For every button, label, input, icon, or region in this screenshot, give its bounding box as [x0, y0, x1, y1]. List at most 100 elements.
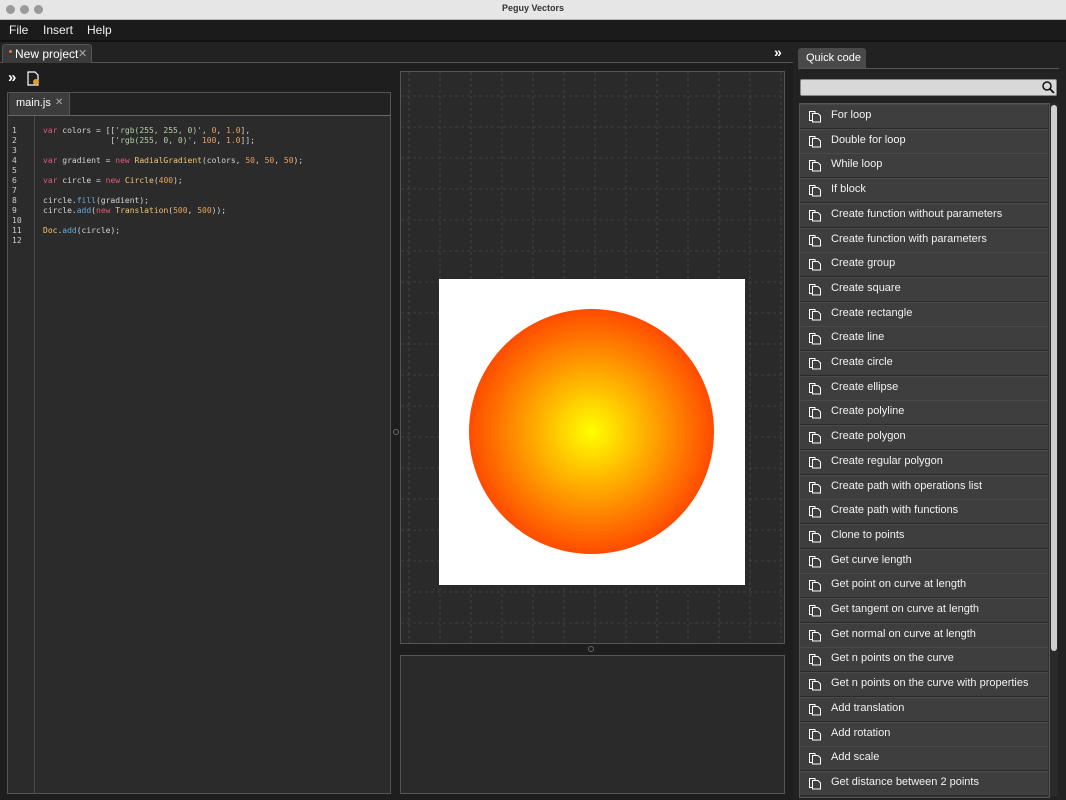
list-item[interactable]: Double for loop	[800, 128, 1048, 154]
list-item[interactable]: Create function without parameters	[800, 202, 1048, 228]
list-item[interactable]: If block	[800, 178, 1048, 204]
copy-code-icon	[809, 654, 821, 666]
list-item-label: Create group	[831, 257, 896, 270]
list-item-label: If block	[831, 183, 866, 196]
list-item-label: Create square	[831, 281, 901, 294]
list-item[interactable]: Clone to points	[800, 523, 1048, 549]
line-number: 9	[12, 206, 17, 215]
editor-tab-main-js[interactable]: main.js ✕	[9, 93, 70, 115]
copy-code-icon	[809, 777, 821, 790]
copy-code-icon	[809, 358, 821, 370]
tab-quick-code[interactable]: Quick code	[798, 48, 866, 68]
copy-code-icon	[809, 382, 821, 395]
collapse-panel-icon[interactable]: »	[774, 44, 782, 60]
copy-code-icon	[809, 135, 821, 148]
list-item[interactable]: Get n points on the curve with propertie…	[800, 672, 1048, 698]
list-item[interactable]: Create ellipse	[800, 375, 1048, 401]
gradient-circle[interactable]	[469, 309, 714, 554]
list-item-label: Create path with functions	[831, 504, 959, 517]
code-line: var gradient = new RadialGradient(colors…	[43, 156, 304, 165]
list-item[interactable]: Add translation	[800, 696, 1048, 722]
list-item-label: Add scale	[831, 751, 880, 764]
menu-file[interactable]: File	[9, 23, 28, 37]
line-number: 6	[12, 176, 17, 185]
list-item[interactable]: Create line	[800, 326, 1048, 352]
quick-code-list: For loop Double for loop While loop If bloc…	[799, 103, 1050, 798]
menu-bar: File Insert Help	[0, 20, 1066, 42]
project-tab[interactable]: New project ✕	[2, 44, 92, 63]
list-item[interactable]: Create path with functions	[800, 499, 1048, 525]
list-item[interactable]: Create polyline	[800, 400, 1048, 426]
copy-code-icon	[809, 753, 821, 765]
project-tab-label: New project	[15, 47, 79, 61]
drawing-canvas[interactable]	[400, 71, 785, 644]
copy-code-icon	[809, 481, 821, 493]
list-item[interactable]: Create function with parameters	[800, 227, 1048, 253]
document-page	[439, 279, 745, 585]
list-item-label: Get n points on the curve with propertie…	[831, 677, 1029, 690]
close-icon[interactable]: ✕	[55, 97, 63, 108]
copy-code-icon	[809, 283, 821, 296]
line-number: 1	[12, 126, 17, 135]
menu-help[interactable]: Help	[87, 23, 112, 37]
list-item-label: Create polyline	[831, 405, 905, 418]
search-input[interactable]	[800, 79, 1057, 96]
scrollbar[interactable]	[1050, 103, 1058, 796]
copy-code-icon	[809, 605, 821, 617]
new-file-icon[interactable]	[27, 71, 40, 86]
list-item[interactable]: Create path with operations list	[800, 474, 1048, 500]
code-editor[interactable]: main.js ✕ 1 2 3 4 5 6 7 8 9 10 11 12 var…	[7, 92, 391, 794]
list-item[interactable]: For loop	[800, 104, 1048, 129]
unsaved-indicator	[9, 50, 12, 53]
list-item[interactable]: Get tangent on curve at length	[800, 598, 1048, 623]
list-item[interactable]: Get point on curve at length	[800, 573, 1048, 599]
list-item-label: Get curve length	[831, 553, 912, 566]
list-item-label: Clone to points	[831, 528, 905, 541]
list-item[interactable]: Add rotation	[800, 721, 1048, 747]
line-number: 10	[12, 216, 22, 225]
list-item-label: Create circle	[831, 356, 893, 368]
list-item[interactable]: Create circle	[800, 351, 1048, 376]
menu-insert[interactable]: Insert	[43, 23, 73, 37]
list-item[interactable]: Get n points on the curve	[800, 647, 1048, 673]
line-number-gutter: 1 2 3 4 5 6 7 8 9 10 11 12	[8, 116, 35, 793]
copy-code-icon	[809, 679, 821, 691]
list-item-label: Create function without parameters	[831, 207, 1003, 220]
list-item[interactable]: Create square	[800, 276, 1048, 302]
list-item[interactable]: Get curve length	[800, 548, 1048, 574]
search-icon[interactable]	[1041, 80, 1055, 94]
line-number: 5	[12, 166, 17, 175]
quick-code-panel: Quick code For loop Double for loop While …	[793, 42, 1066, 800]
copy-code-icon	[809, 629, 821, 642]
list-item[interactable]: While loop	[800, 153, 1048, 179]
list-item-label: Double for loop	[831, 133, 906, 146]
copy-code-icon	[809, 333, 821, 345]
close-icon[interactable]: ✕	[78, 47, 87, 60]
list-item[interactable]: Create rectangle	[800, 301, 1048, 327]
splitter-handle[interactable]	[588, 646, 594, 652]
splitter-handle[interactable]	[393, 429, 399, 435]
line-number: 11	[12, 226, 22, 235]
line-number: 2	[12, 136, 17, 145]
list-item[interactable]: Create group	[800, 252, 1048, 278]
line-number: 4	[12, 156, 17, 165]
code-line: Doc.add(circle);	[43, 226, 121, 235]
list-item-label: Add rotation	[831, 726, 891, 739]
copy-code-icon	[809, 456, 821, 469]
list-item[interactable]: Create polygon	[800, 425, 1048, 451]
editor-tab-label: main.js	[16, 97, 51, 109]
copy-code-icon	[809, 209, 821, 222]
list-item-label: Get normal on curve at length	[831, 627, 976, 640]
editor-tab-bar: main.js ✕	[8, 93, 390, 116]
list-item[interactable]: Get normal on curve at length	[800, 622, 1048, 648]
code-line: var colors = [['rgb(255, 255, 0)', 0, 1.…	[43, 126, 251, 135]
copy-code-icon	[809, 728, 821, 740]
scrollbar-thumb[interactable]	[1051, 105, 1057, 651]
quick-code-tab-bar: Quick code	[798, 47, 1059, 69]
list-item[interactable]: Get distance between 2 points	[800, 770, 1048, 796]
list-item-label: Create path with operations list	[831, 479, 983, 492]
list-item[interactable]: Add scale	[800, 746, 1048, 772]
list-item-label: For loop	[831, 109, 872, 121]
expand-icon[interactable]: »	[8, 69, 16, 86]
list-item[interactable]: Create regular polygon	[800, 449, 1048, 475]
